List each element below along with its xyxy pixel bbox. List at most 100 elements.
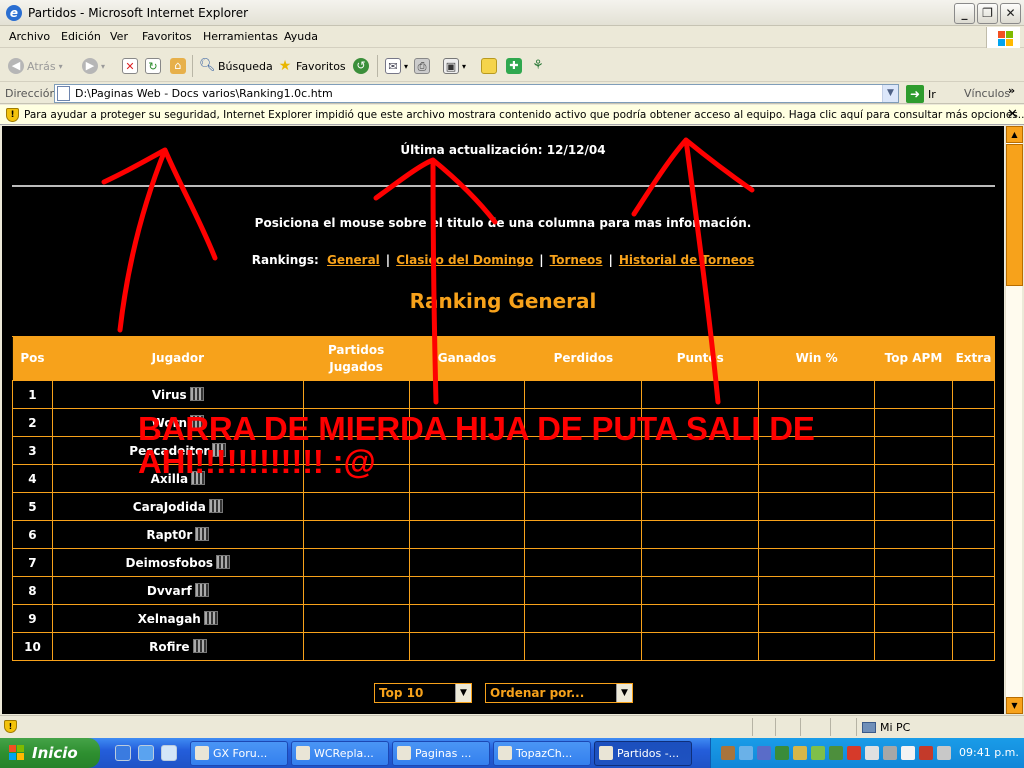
tray-icon[interactable] bbox=[775, 746, 789, 760]
task-topazchat[interactable]: TopazCh... bbox=[493, 741, 591, 766]
cell-empty bbox=[758, 520, 876, 549]
scroll-up-button[interactable]: ▲ bbox=[1006, 126, 1023, 143]
column-header-top-apm[interactable]: Top APM bbox=[874, 336, 953, 381]
cell-empty bbox=[951, 576, 996, 605]
discuss-button[interactable] bbox=[481, 56, 497, 76]
task-gx-forum[interactable]: GX Foru... bbox=[190, 741, 288, 766]
column-header-ganados[interactable]: Ganados bbox=[408, 336, 526, 381]
column-header-pos[interactable]: Pos bbox=[12, 336, 53, 381]
messenger-button[interactable]: ✚ bbox=[506, 56, 522, 76]
back-button[interactable]: ◀ Atrás ▾ bbox=[8, 56, 63, 76]
tray-icon[interactable] bbox=[847, 746, 861, 760]
tray-icon[interactable] bbox=[793, 746, 807, 760]
printer-icon: ⎙ bbox=[414, 58, 430, 74]
player-name[interactable]: Dvvarf bbox=[147, 584, 192, 598]
task-partidos[interactable]: Partidos -... bbox=[594, 741, 692, 766]
tray-icon[interactable] bbox=[757, 746, 771, 760]
address-input[interactable]: D:\Paginas Web - Docs varios\Ranking1.0c… bbox=[54, 84, 899, 103]
cell-pos: 9 bbox=[12, 604, 53, 633]
tray-icon[interactable] bbox=[721, 746, 735, 760]
home-icon: ⌂ bbox=[170, 58, 186, 74]
player-name[interactable]: Deimosfobos bbox=[126, 556, 214, 570]
restore-button[interactable]: ❐ bbox=[977, 3, 998, 24]
top-select[interactable]: Top 10 ▼ bbox=[374, 683, 472, 703]
menu-bar: Archivo Edición Ver Favoritos Herramient… bbox=[0, 26, 1024, 48]
divider bbox=[12, 185, 995, 187]
ie-quicklaunch-icon[interactable] bbox=[115, 745, 131, 761]
menu-favoritos[interactable]: Favoritos bbox=[142, 30, 192, 43]
tray-icon[interactable] bbox=[865, 746, 879, 760]
note-icon bbox=[481, 58, 497, 74]
security-warning-icon[interactable]: ! bbox=[4, 720, 17, 733]
link-torneos[interactable]: Torneos bbox=[550, 253, 603, 267]
minimize-button[interactable]: _ bbox=[954, 3, 975, 24]
column-header-win-pct[interactable]: Win % bbox=[758, 336, 876, 381]
menu-ayuda[interactable]: Ayuda bbox=[284, 30, 318, 43]
go-button[interactable]: ➜ Ir bbox=[906, 85, 936, 103]
tray-icon[interactable] bbox=[739, 746, 753, 760]
information-bar-text[interactable]: Para ayudar a proteger su seguridad, Int… bbox=[24, 109, 1024, 121]
close-button[interactable]: ✕ bbox=[1000, 3, 1021, 24]
menu-herramientas[interactable]: Herramientas bbox=[203, 30, 278, 43]
column-header-jugador[interactable]: Jugador bbox=[51, 336, 304, 381]
chevron-down-icon[interactable]: ▼ bbox=[616, 684, 632, 702]
menu-ver[interactable]: Ver bbox=[110, 30, 128, 43]
tray-icon[interactable] bbox=[919, 746, 933, 760]
research-button[interactable]: ⚘ bbox=[530, 56, 546, 76]
tray-icon[interactable] bbox=[811, 746, 825, 760]
home-button[interactable]: ⌂ bbox=[170, 56, 186, 76]
media-quicklaunch-icon[interactable] bbox=[161, 745, 177, 761]
cell-empty bbox=[408, 632, 526, 661]
tray-icon[interactable] bbox=[901, 746, 915, 760]
column-header-puntos[interactable]: Puntos bbox=[641, 336, 760, 381]
column-header-partidos-jugados[interactable]: Partidos Jugados bbox=[302, 336, 410, 381]
cell-empty bbox=[641, 576, 760, 605]
print-button[interactable]: ⎙ bbox=[414, 56, 430, 76]
menu-archivo[interactable]: Archivo bbox=[9, 30, 50, 43]
cell-player: Rofire bbox=[51, 632, 304, 661]
address-dropdown-button[interactable]: ▼ bbox=[882, 85, 898, 102]
forward-button[interactable]: ▶ ▾ bbox=[82, 56, 105, 76]
player-name[interactable]: Rapt0r bbox=[146, 528, 192, 542]
task-paginas[interactable]: Paginas ... bbox=[392, 741, 490, 766]
start-button[interactable]: Inicio bbox=[0, 738, 100, 768]
task-wcreplay[interactable]: WCReplа... bbox=[291, 741, 389, 766]
search-button[interactable]: 🔍︎ Búsqueda bbox=[199, 56, 273, 76]
cell-empty bbox=[641, 492, 760, 521]
player-name[interactable]: CaraJodida bbox=[133, 500, 206, 514]
menu-edicion[interactable]: Edición bbox=[61, 30, 101, 43]
edit-button[interactable]: ▣ ▾ bbox=[443, 56, 466, 76]
link-general[interactable]: General bbox=[327, 253, 380, 267]
history-button[interactable]: ↺ bbox=[353, 56, 369, 76]
volume-icon[interactable] bbox=[937, 746, 951, 760]
favorites-button[interactable]: ★ Favoritos bbox=[277, 56, 346, 76]
column-header-perdidos[interactable]: Perdidos bbox=[524, 336, 643, 381]
information-bar[interactable]: ! Para ayudar a proteger su seguridad, I… bbox=[0, 105, 1024, 125]
cell-player: Dvvarf bbox=[51, 576, 304, 605]
cell-empty bbox=[524, 576, 643, 605]
link-historial-de-torneos[interactable]: Historial de Torneos bbox=[619, 253, 754, 267]
scroll-down-button[interactable]: ▼ bbox=[1006, 697, 1023, 714]
tray-icon[interactable] bbox=[829, 746, 843, 760]
clock[interactable]: 09:41 p.m. bbox=[959, 746, 1019, 759]
vertical-scrollbar[interactable]: ▲ ▼ bbox=[1005, 126, 1023, 714]
stop-button[interactable]: ✕ bbox=[122, 56, 138, 76]
mail-button[interactable]: ✉ ▾ bbox=[385, 56, 408, 76]
chevron-right-icon[interactable]: » bbox=[1008, 84, 1015, 97]
refresh-button[interactable]: ↻ bbox=[145, 56, 161, 76]
order-select[interactable]: Ordenar por... ▼ bbox=[485, 683, 633, 703]
links-label[interactable]: Vínculos bbox=[964, 87, 1010, 100]
scroll-thumb[interactable] bbox=[1006, 144, 1023, 286]
player-name[interactable]: Virus bbox=[152, 388, 187, 402]
cell-pos: 7 bbox=[12, 548, 53, 577]
tray-icon[interactable] bbox=[883, 746, 897, 760]
desktop-quicklaunch-icon[interactable] bbox=[138, 745, 154, 761]
column-header-extra[interactable]: Extra bbox=[951, 336, 996, 381]
player-name[interactable]: Rofire bbox=[149, 640, 189, 654]
cell-empty bbox=[524, 492, 643, 521]
link-clasico-del-domingo[interactable]: Clasico del Domingo bbox=[396, 253, 533, 267]
information-bar-close-icon[interactable]: ✕ bbox=[1007, 107, 1018, 122]
cell-empty bbox=[408, 548, 526, 577]
chevron-down-icon[interactable]: ▼ bbox=[455, 684, 471, 702]
player-name[interactable]: Xelnagah bbox=[138, 612, 201, 626]
